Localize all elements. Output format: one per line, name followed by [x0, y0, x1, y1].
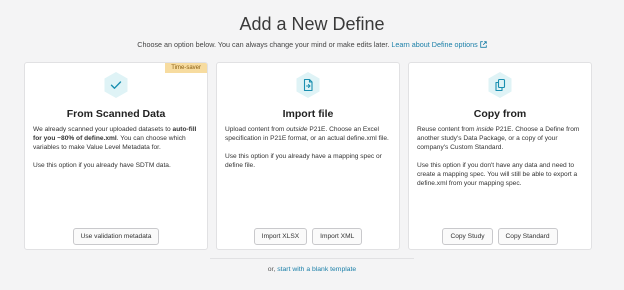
page-subtitle: Choose an option below. You can always c… — [0, 40, 624, 49]
copy-icon — [488, 72, 512, 98]
checkmark-icon — [104, 72, 128, 98]
file-import-icon — [296, 72, 320, 98]
time-saver-badge: Time-saver — [165, 63, 207, 73]
external-link-icon — [479, 41, 487, 48]
card-from-scanned-data: Time-saver From Scanned Data We already … — [24, 62, 208, 250]
copy-study-button[interactable]: Copy Study — [442, 228, 493, 245]
card-title: From Scanned Data — [66, 108, 166, 120]
use-validation-metadata-button[interactable]: Use validation metadata — [72, 228, 160, 245]
footer-divider — [210, 258, 414, 259]
card-copy-from: Copy from Reuse content from inside P21E… — [408, 62, 592, 250]
card-description: Reuse content from inside P21E. Choose a… — [417, 126, 580, 187]
import-xml-button[interactable]: Import XML — [312, 228, 363, 245]
card-import-file: Import file Upload content from outside … — [216, 62, 400, 250]
blank-template-link[interactable]: start with a blank template — [277, 266, 356, 273]
footer-prefix: or, — [267, 266, 278, 273]
card-title: Copy from — [473, 108, 527, 120]
copy-standard-button[interactable]: Copy Standard — [497, 228, 558, 245]
page-title: Add a New Define — [239, 14, 385, 34]
learn-define-options-link[interactable]: Learn about Define options — [391, 40, 487, 49]
card-description: Upload content from outside P21E. Choose… — [225, 126, 389, 169]
card-title: Import file — [282, 108, 334, 120]
import-xlsx-button[interactable]: Import XLSX — [253, 228, 308, 245]
subtitle-text: Choose an option below. You can always c… — [137, 40, 390, 49]
footer: or, start with a blank template — [0, 266, 624, 273]
card-description: We already scanned your uploaded dataset… — [33, 126, 197, 169]
